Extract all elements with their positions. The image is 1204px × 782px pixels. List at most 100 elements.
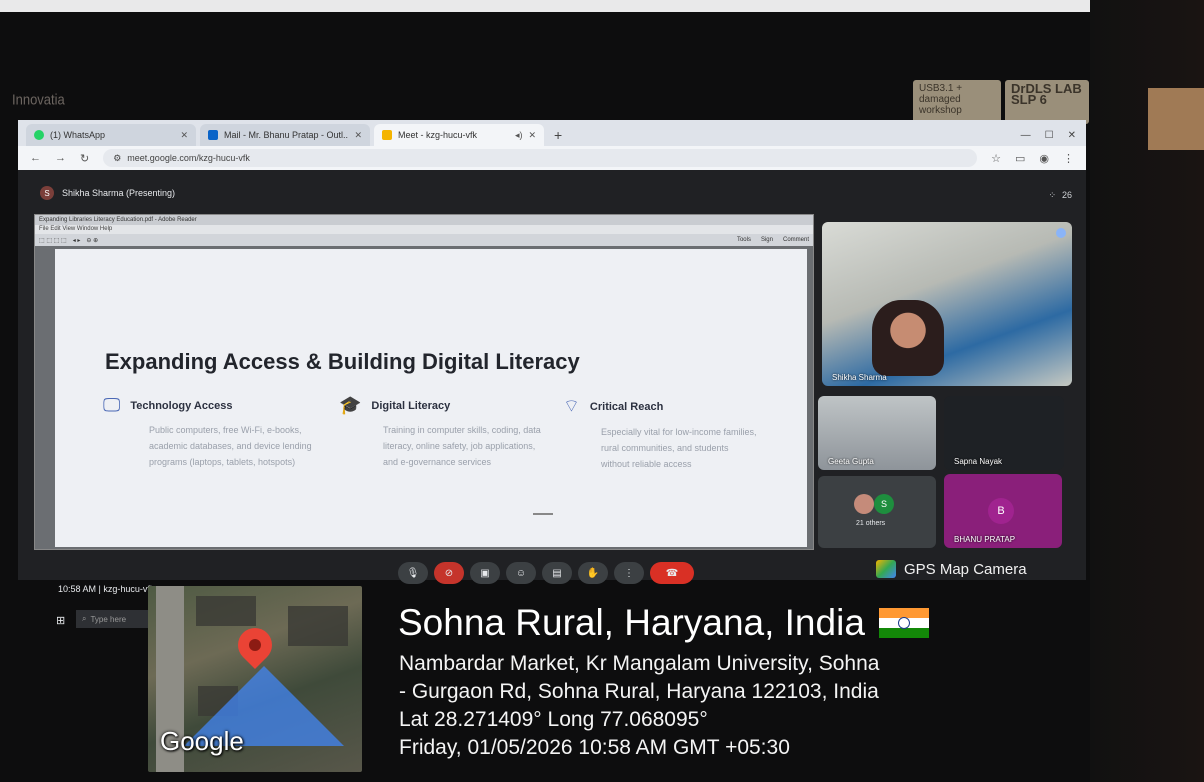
more-options-button[interactable]: ⋮ [614,562,644,584]
captions-button[interactable]: ▤ [542,562,572,584]
back-icon[interactable]: ← [30,152,41,164]
avatar [854,494,874,514]
avatar: S [40,186,54,200]
profile-icon[interactable]: ◉ [1039,152,1049,165]
shared-screen: Expanding Libraries Literacy Education.p… [34,214,814,550]
clock-text: 10:58 AM [58,584,97,594]
slide-column: 🎓 Digital Literacy Training in computer … [339,395,541,470]
gps-brand-label: GPS Map Camera [904,560,1027,578]
map-pin-icon [230,620,280,672]
meet-controls: 🎙 ⊘ ▣ ☺ ▤ ✋ ⋮ ☎ [398,562,694,584]
leave-call-button[interactable]: ☎ [650,562,694,584]
wall-lamp [1148,88,1204,150]
participant-tile[interactable]: Geeta Gupta [818,396,936,470]
participant-tile[interactable]: Sapna Nayak [944,396,1064,470]
column-body: Especially vital for low-income families… [601,427,757,469]
forward-icon[interactable]: → [55,152,66,164]
column-title: Critical Reach [589,400,664,413]
participant-name: BHANU PRATAP [954,535,1016,544]
gps-brand: GPS Map Camera [876,560,1027,578]
extensions-icon[interactable]: ▭ [1015,152,1025,165]
raise-hand-button[interactable]: ✋ [578,562,608,584]
speaking-icon [1056,228,1066,238]
emoji-icon: ☺ [515,567,527,579]
presenting-banner: S Shikha Sharma (Presenting) [40,186,175,200]
meet-icon [382,130,392,140]
photo-frame: Innovatia USB3.1 + damaged workshop DrDL… [0,0,1204,782]
others-tile[interactable]: S 21 others [818,476,936,548]
india-flag-icon [878,608,929,638]
taskbar-search[interactable]: ⌕ Type here [76,610,156,628]
meeting-time: 10:58 AM | kzg-hucu-vfk [58,584,155,594]
wifi-icon: ⌔ [563,396,580,416]
url-text: meet.google.com/kzg-hucu-vfk [127,153,250,163]
phone-hangup-icon: ☎ [665,567,679,579]
menu-icon[interactable]: ⋮ [1063,152,1074,165]
reload-icon[interactable]: ↻ [80,152,89,165]
maximize-icon[interactable]: ☐ [1045,130,1054,141]
participant-tile-main[interactable]: Shikha Sharma [822,222,1072,386]
presentation-slide: Expanding Access & Building Digital Lite… [55,249,807,547]
tab-label: (1) WhatsApp [50,130,106,140]
close-window-icon[interactable]: ✕ [1068,130,1076,141]
bookmark-star-icon[interactable]: ☆ [991,152,1001,165]
wall-label: Innovatia [12,91,65,108]
coordinates: Lat 28.271409° Long 77.068095° [399,708,708,731]
meeting-code: kzg-hucu-vfk [103,584,155,594]
map-building [288,606,348,646]
participants-indicator[interactable]: ⁘ 26 [1048,190,1072,201]
close-icon[interactable]: ✕ [180,130,188,141]
search-icon: ⌕ [82,614,87,623]
present-button[interactable]: ▣ [470,562,500,584]
tab-meet[interactable]: Meet - kzg-hucu-vfk ◂) ✕ [374,124,544,146]
place-name: Sohna Rural, Haryana, India [398,602,865,643]
window-controls: — ☐ ✕ [1011,124,1086,146]
more-icon: ⋮ [624,567,634,579]
captions-icon: ▤ [552,567,562,579]
whatsapp-icon [34,130,44,140]
minimize-icon[interactable]: — [1021,130,1031,141]
mic-icon: 🎙 [406,567,420,579]
others-avatars: S [854,494,894,514]
map-building [196,596,256,626]
tab-label: Meet - kzg-hucu-vfk [398,130,478,140]
mic-button[interactable]: 🎙 [398,562,428,584]
datetime: Friday, 01/05/2026 10:58 AM GMT +05:30 [399,736,790,759]
reader-titlebar: Expanding Libraries Literacy Education.p… [35,215,813,225]
sticky-note: USB3.1 + damaged workshop [913,80,1001,124]
presenting-label: Shikha Sharma (Presenting) [62,188,176,198]
url-field[interactable]: ⚙ meet.google.com/kzg-hucu-vfk [103,149,978,167]
windows-start-icon[interactable]: ⊞ [56,614,65,627]
participant-video [872,300,944,376]
google-logo: Google [160,726,244,756]
column-body: Training in computer skills, coding, dat… [383,425,541,467]
participant-name: Sapna Nayak [954,457,1003,466]
location-title: Sohna Rural, Haryana, India [398,602,929,644]
participants-count: 26 [1061,190,1072,200]
slide-column: 🖵 Technology Access Public computers, fr… [103,395,312,470]
speaker-icon[interactable]: ◂) [515,130,523,141]
tab-mail[interactable]: Mail - Mr. Bhanu Pratap - Outl... ✕ [200,124,370,146]
reactions-button[interactable]: ☺ [506,562,536,584]
site-info-icon[interactable]: ⚙ [113,153,121,164]
graduation-cap-icon: 🎓 [339,395,362,415]
camera-button[interactable]: ⊘ [434,562,464,584]
sticky-note: DrDLS LAB SLP 6 [1005,80,1089,124]
close-icon[interactable]: ✕ [354,130,362,141]
participant-name: Geeta Gupta [828,457,874,466]
slide-column: ⌔ Critical Reach Especially vital for lo… [563,395,757,472]
top-strip [0,0,1204,12]
participant-tile[interactable]: B BHANU PRATAP [944,474,1062,548]
location-details: Nambardar Market, Kr Mangalam University… [399,650,879,762]
new-tab-button[interactable]: + [548,124,568,146]
address-line: - Gurgaon Rd, Sohna Rural, Haryana 12210… [399,680,879,703]
reader-toolbar: ⬚ ⬚ ⬚ ⬚ ◂ ▸ ⊖ ⊕ Tools Sign Comment [35,234,813,246]
avatar: B [988,498,1014,524]
gps-camera-icon [876,560,896,578]
others-count: 21 others [856,520,886,527]
tab-whatsapp[interactable]: (1) WhatsApp ✕ [26,124,196,146]
hand-icon: ✋ [586,567,600,579]
reader-menubar: File Edit View Window Help [35,225,813,234]
close-icon[interactable]: ✕ [528,130,536,141]
map-thumbnail: Google [148,586,362,772]
